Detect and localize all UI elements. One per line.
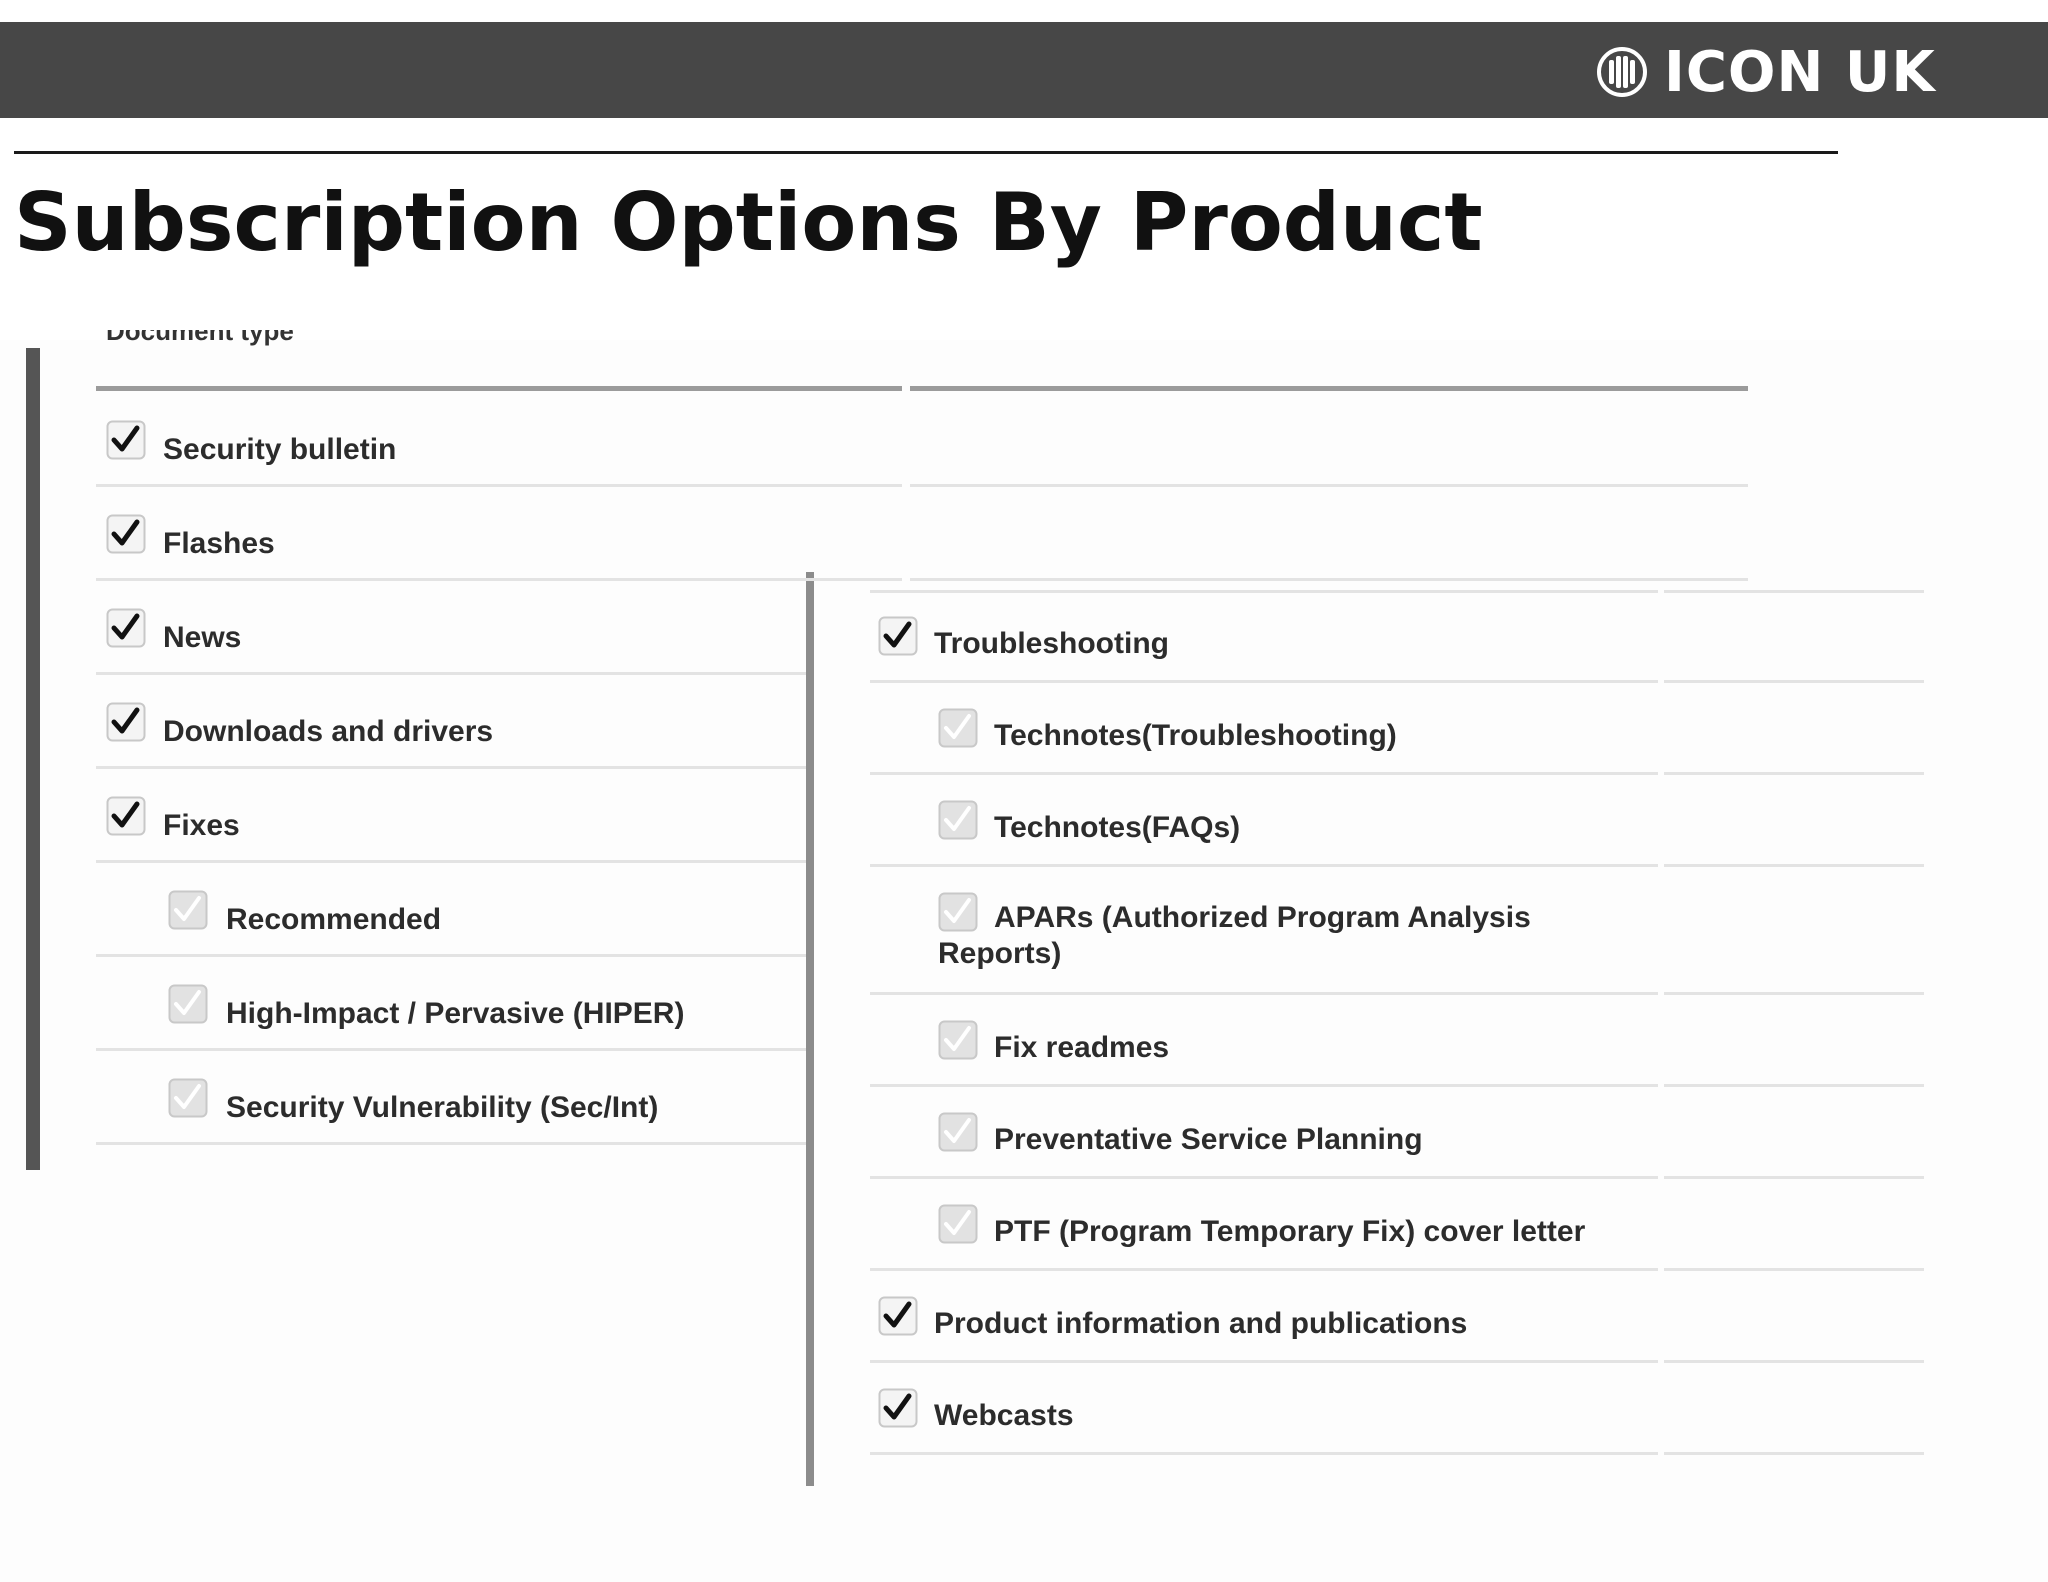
- option-label: Fixes: [163, 809, 240, 842]
- row-divider: [870, 1084, 1658, 1087]
- option-label: Recommended: [226, 903, 442, 936]
- row-divider: [1664, 772, 1924, 775]
- row-divider: [96, 954, 806, 957]
- checkbox-5[interactable]: [106, 796, 146, 836]
- option-label: News: [163, 621, 242, 654]
- row-divider: [1664, 864, 1924, 867]
- row-divider: [870, 1268, 1658, 1271]
- row-divider: [910, 484, 1748, 487]
- faint-header-text: [1100, 565, 1460, 575]
- option-label: Webcasts: [934, 1399, 1074, 1432]
- row-divider: [1664, 1268, 1924, 1271]
- header-rule-right: [910, 386, 1748, 391]
- brand-logo: ICON UK: [1596, 39, 1936, 105]
- option-label: Security bulletin: [163, 433, 397, 466]
- row-divider: [1664, 1176, 1924, 1179]
- window-edge: [26, 348, 40, 1170]
- checkbox-3[interactable]: [106, 608, 146, 648]
- checkbox-16[interactable]: [878, 1296, 918, 1336]
- row-divider: [1664, 590, 1924, 593]
- option-label: Flashes: [163, 527, 275, 560]
- checkbox-1[interactable]: [106, 420, 146, 460]
- row-divider: [1664, 1084, 1924, 1087]
- header-rule-left: [96, 386, 902, 391]
- checkbox-8: [168, 1078, 208, 1118]
- checkbox-9[interactable]: [878, 616, 918, 656]
- row-divider: [870, 992, 1658, 995]
- row-divider: [910, 578, 1748, 581]
- row-divider: [870, 1360, 1658, 1363]
- row-divider: [96, 1142, 806, 1145]
- row-divider: [870, 680, 1658, 683]
- row-divider: [96, 766, 806, 769]
- row-divider: [96, 860, 806, 863]
- row-divider: [96, 672, 806, 675]
- option-label: Downloads and drivers: [163, 715, 494, 748]
- checkbox-13: [938, 1020, 978, 1060]
- globe-logo-icon: [1597, 47, 1647, 97]
- column-heading: Document type: [106, 330, 294, 346]
- row-divider: [1664, 1360, 1924, 1363]
- panel-divider: [806, 572, 814, 1486]
- checkbox-14: [938, 1112, 978, 1152]
- option-label: Technotes(Troubleshooting): [994, 719, 1397, 752]
- checkbox-15: [938, 1204, 978, 1244]
- checkbox-6: [168, 890, 208, 930]
- checkbox-7: [168, 984, 208, 1024]
- checkbox-2[interactable]: [106, 514, 146, 554]
- checkbox-11: [938, 800, 978, 840]
- option-label: Fix readmes: [994, 1031, 1170, 1064]
- row-divider: [96, 484, 902, 487]
- checkbox-17[interactable]: [878, 1388, 918, 1428]
- checkbox-4[interactable]: [106, 702, 146, 742]
- option-label: Preventative Service Planning: [994, 1123, 1423, 1156]
- row-divider: [870, 1452, 1658, 1455]
- row-divider: [870, 1176, 1658, 1179]
- row-divider: [1664, 992, 1924, 995]
- row-divider: [870, 772, 1658, 775]
- option-label: PTF (Program Temporary Fix) cover letter: [994, 1215, 1586, 1248]
- row-divider: [1664, 1452, 1924, 1455]
- option-label: Troubleshooting: [934, 627, 1169, 660]
- page-title: Subscription Options By Product: [14, 176, 1483, 269]
- row-divider: [870, 590, 1658, 593]
- option-label: Technotes(FAQs): [994, 811, 1241, 844]
- row-divider: [870, 864, 1658, 867]
- option-label: Product information and publications: [934, 1307, 1468, 1340]
- brand-name: ICON UK: [1664, 39, 1936, 105]
- row-divider: [96, 578, 902, 581]
- option-label: High-Impact / Pervasive (HIPER): [226, 997, 685, 1030]
- title-divider: [14, 151, 1838, 154]
- row-divider: [1664, 680, 1924, 683]
- row-divider: [96, 1048, 806, 1051]
- option-label: Security Vulnerability (Sec/Int): [226, 1091, 659, 1124]
- checkbox-10: [938, 708, 978, 748]
- option-label: APARs (Authorized Program Analysis Repor…: [938, 901, 1531, 970]
